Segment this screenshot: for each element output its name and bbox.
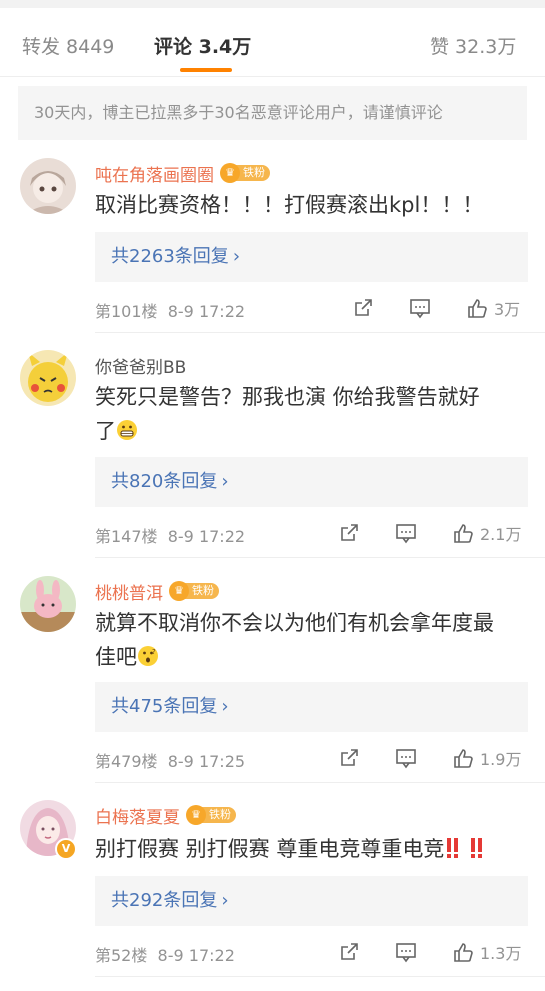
crown-icon: ♛ — [220, 163, 240, 183]
chevron-right-icon: › — [232, 246, 241, 267]
crown-icon: ♛ — [186, 805, 206, 825]
comment-text-line-1: 别打假赛 别打假赛 尊重电竞尊重电竞 — [95, 837, 445, 861]
username[interactable]: 白梅落夏夏 — [95, 803, 180, 828]
floor-number: 第147楼 — [95, 527, 158, 546]
comment-icon[interactable] — [409, 297, 431, 319]
comment-meta: 第147楼 8-9 17:22 — [95, 523, 245, 547]
floor-number: 第479楼 — [95, 752, 158, 771]
replies-count: 共475条回复 — [111, 696, 218, 717]
avatar[interactable] — [20, 576, 76, 632]
comment-text: 就算不取消你不会以为他们有机会拿年度最 佳吧? — [95, 606, 525, 674]
like-count: 3万 — [494, 300, 521, 319]
like-count: 1.9万 — [480, 750, 522, 769]
divider — [95, 332, 545, 333]
avatar[interactable] — [20, 350, 76, 406]
username[interactable]: 吨在角落画圈圈 — [95, 161, 214, 186]
tab-comment[interactable]: 评论 3.4万 — [154, 32, 251, 59]
floor-number: 第52楼 — [95, 946, 148, 965]
like-icon[interactable] — [452, 522, 474, 544]
comment-notice: 30天内，博主已拉黑多于30名恶意评论用户，请谨慎评论 — [18, 86, 527, 140]
crown-icon: ♛ — [169, 581, 189, 601]
timestamp: 8-9 17:25 — [167, 752, 246, 771]
replies-count: 共292条回复 — [111, 890, 218, 911]
fan-badge-label: 铁粉 — [202, 807, 236, 823]
active-tab-indicator — [180, 68, 232, 72]
comment-text: 笑死只是警告？那我也演 你给我警告就好 了 — [95, 380, 525, 448]
comment-text-line-1: 就算不取消你不会以为他们有机会拿年度最 — [95, 611, 494, 635]
iron-fan-badge: ♛ 铁粉 — [169, 581, 219, 601]
like-count: 2.1万 — [480, 525, 522, 544]
floor-number: 第101楼 — [95, 302, 158, 321]
comment-actions: 2.1万 — [338, 521, 521, 545]
name-row: 白梅落夏夏 ♛ 铁粉 — [95, 802, 236, 828]
verified-badge: V — [55, 838, 77, 860]
tab-repost[interactable]: 转发 8449 — [22, 32, 114, 59]
comment-text: 取消比赛资格！！！打假赛滚出kpl！！！ — [95, 193, 484, 217]
share-icon[interactable] — [338, 941, 360, 963]
comment-actions: 1.3万 — [338, 940, 521, 964]
timestamp: 8-9 17:22 — [157, 946, 235, 965]
like-count: 1.3万 — [480, 944, 522, 963]
like-icon[interactable] — [452, 747, 474, 769]
chevron-right-icon: › — [221, 696, 229, 717]
avatar[interactable] — [20, 158, 76, 214]
comment-meta: 第52楼 8-9 17:22 — [95, 942, 235, 966]
comment-actions: 1.9万 — [338, 746, 521, 770]
fan-badge-label: 铁粉 — [185, 583, 219, 599]
iron-fan-badge: ♛ 铁粉 — [220, 163, 270, 183]
name-row: 吨在角落画圈圈 ♛ 铁粉 — [95, 160, 270, 186]
double-exclamation-emoji — [447, 838, 483, 858]
divider — [95, 976, 545, 977]
comment-icon[interactable] — [395, 747, 417, 769]
username[interactable]: 桃桃普洱 — [95, 579, 163, 604]
comment-text-line-2: 佳吧 — [95, 645, 137, 669]
like-icon[interactable] — [466, 297, 488, 319]
name-row: 你爸爸别BB — [95, 352, 186, 378]
comment-actions: 3万 — [352, 296, 520, 320]
grin-emoji — [117, 420, 137, 440]
comment-meta: 第101楼 8-9 17:22 — [95, 298, 245, 322]
comment-text: 别打假赛 别打假赛 尊重电竞尊重电竞 — [95, 832, 525, 866]
replies-button[interactable]: 共475条回复 › — [95, 682, 528, 732]
fan-badge-label: 铁粉 — [236, 165, 270, 181]
comment-text-line-2: 了 — [95, 419, 116, 443]
replies-button[interactable]: 共2263条回复 › — [95, 232, 528, 282]
top-strip — [0, 0, 545, 8]
replies-button[interactable]: 共820条回复 › — [95, 457, 528, 507]
thinking-emoji: ? — [138, 646, 158, 666]
iron-fan-badge: ♛ 铁粉 — [186, 805, 236, 825]
timestamp: 8-9 17:22 — [167, 527, 246, 546]
tab-like[interactable]: 赞 32.3万 — [430, 32, 516, 59]
divider — [95, 782, 545, 783]
svg-text:?: ? — [152, 648, 156, 656]
chevron-right-icon: › — [221, 471, 229, 492]
comment-icon[interactable] — [395, 522, 417, 544]
name-row: 桃桃普洱 ♛ 铁粉 — [95, 578, 219, 604]
chevron-right-icon: › — [221, 890, 229, 911]
divider — [95, 557, 545, 558]
replies-button[interactable]: 共292条回复 › — [95, 876, 528, 926]
share-icon[interactable] — [352, 297, 374, 319]
replies-count: 共2263条回复 — [111, 246, 229, 267]
share-icon[interactable] — [338, 522, 360, 544]
comment-meta: 第479楼 8-9 17:25 — [95, 748, 245, 772]
comment-icon[interactable] — [395, 941, 417, 963]
like-icon[interactable] — [452, 941, 474, 963]
username[interactable]: 你爸爸别BB — [95, 353, 186, 378]
tab-bar: 转发 8449 评论 3.4万 赞 32.3万 — [0, 8, 545, 77]
comment-text-line-1: 笑死只是警告？那我也演 你给我警告就好 — [95, 385, 480, 409]
timestamp: 8-9 17:22 — [167, 302, 246, 321]
replies-count: 共820条回复 — [111, 471, 218, 492]
share-icon[interactable] — [338, 747, 360, 769]
